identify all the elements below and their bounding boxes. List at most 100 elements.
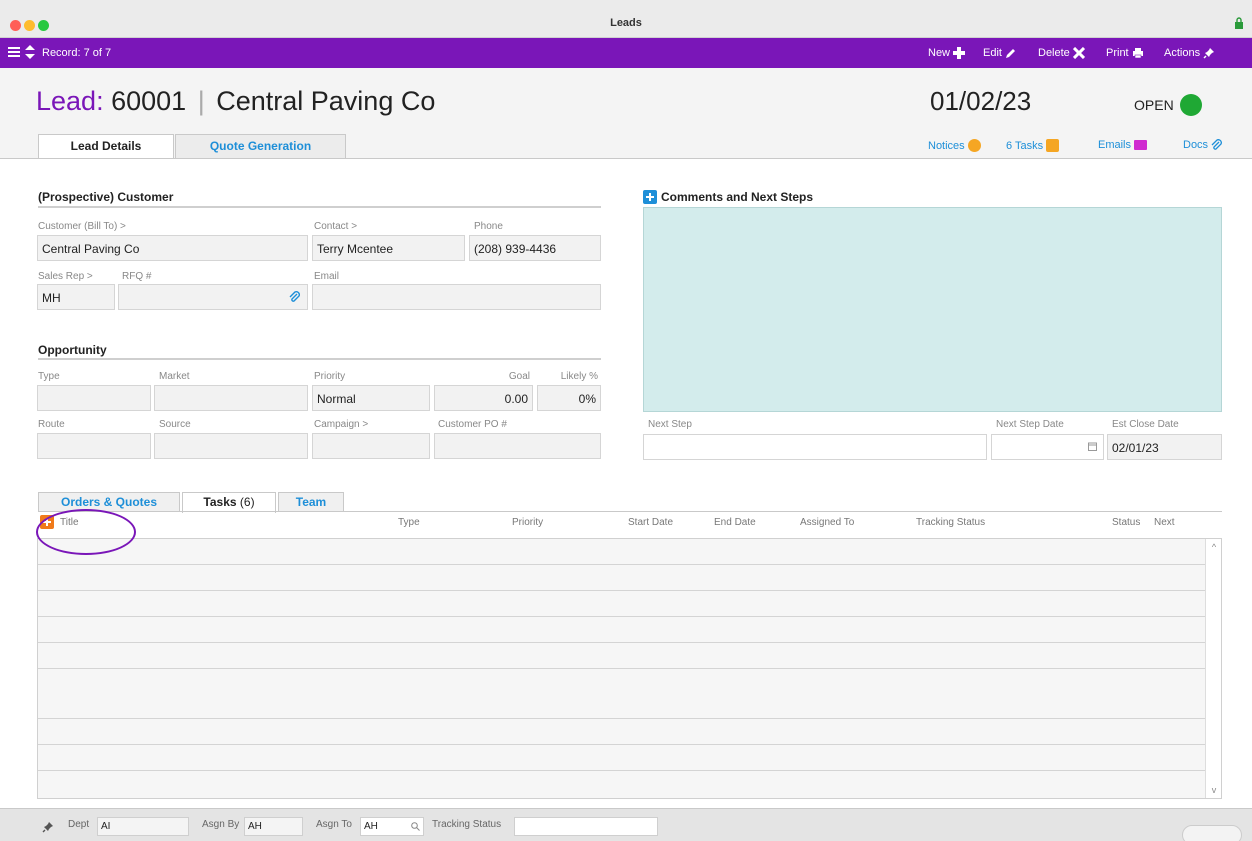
print-button[interactable]: Print — [1106, 47, 1144, 59]
tracking-status-field[interactable] — [514, 817, 658, 836]
goal-label: Goal — [508, 371, 530, 382]
emails-label: Emails — [1098, 139, 1132, 151]
asgn-to-label: Asgn To — [316, 819, 352, 830]
plus-icon — [953, 47, 966, 59]
comments-textarea[interactable] — [643, 207, 1222, 412]
campaign-field[interactable] — [312, 433, 430, 459]
task-check-icon — [1046, 139, 1060, 152]
bill-to-field[interactable]: Central Paving Co — [37, 235, 308, 261]
delete-button[interactable]: Delete — [1038, 47, 1085, 59]
new-button[interactable]: New — [928, 47, 966, 59]
source-field[interactable] — [154, 433, 308, 459]
table-row[interactable] — [38, 591, 1221, 617]
rfq-attach-icon[interactable] — [289, 290, 300, 304]
lead-date: 01/02/23 — [930, 86, 1032, 116]
window-titlebar: Leads — [0, 0, 1252, 38]
column-status[interactable]: Status — [1112, 517, 1140, 528]
tasks-tab-count: (6) — [239, 495, 255, 509]
customer-po-field[interactable] — [434, 433, 601, 459]
notices-label: Notices — [928, 139, 965, 152]
tab-lead-details[interactable]: Lead Details — [38, 134, 174, 159]
docs-link[interactable]: Docs — [1183, 139, 1222, 151]
table-row[interactable] — [38, 719, 1221, 745]
column-end-date[interactable]: End Date — [714, 517, 756, 528]
table-row[interactable] — [38, 617, 1221, 643]
rfq-field[interactable] — [118, 284, 308, 310]
tasks-link[interactable]: 6 Tasks — [1006, 139, 1060, 152]
highlight-circle — [36, 509, 136, 555]
calendar-icon[interactable] — [1088, 442, 1097, 451]
market-field[interactable] — [154, 385, 308, 411]
grid-scrollbar[interactable]: ^ v — [1205, 539, 1221, 798]
route-field[interactable] — [37, 433, 151, 459]
asgn-by-label: Asgn By — [202, 819, 240, 830]
column-assigned-to[interactable]: Assigned To — [800, 517, 854, 528]
column-type[interactable]: Type — [398, 517, 420, 528]
campaign-label[interactable]: Campaign > — [314, 419, 368, 430]
source-label: Source — [159, 419, 191, 430]
scroll-down-icon[interactable]: v — [1209, 785, 1219, 795]
delete-label: Delete — [1038, 47, 1070, 59]
contact-field[interactable]: Terry Mcentee — [312, 235, 465, 261]
tab-orders-quotes[interactable]: Orders & Quotes — [38, 492, 180, 512]
search-icon[interactable] — [411, 822, 420, 831]
envelope-icon — [1134, 140, 1148, 150]
email-field[interactable] — [312, 284, 601, 310]
tab-quote-generation[interactable]: Quote Generation — [175, 134, 346, 158]
contact-label[interactable]: Contact > — [314, 221, 357, 232]
comments-section-title: Comments and Next Steps — [661, 190, 814, 204]
lead-number: 60001 — [111, 86, 187, 116]
type-field[interactable] — [37, 385, 151, 411]
bill-to-label[interactable]: Customer (Bill To) > — [38, 221, 126, 232]
goal-field[interactable]: 0.00 — [434, 385, 533, 411]
phone-label: Phone — [474, 221, 503, 232]
likely-field[interactable]: 0% — [537, 385, 601, 411]
notices-link[interactable]: Notices — [928, 139, 981, 152]
next-step-field[interactable] — [643, 434, 987, 460]
actions-button[interactable]: Actions — [1164, 47, 1215, 59]
table-row[interactable] — [38, 539, 1221, 565]
scroll-up-icon[interactable]: ^ — [1209, 542, 1219, 552]
printer-icon — [1132, 48, 1143, 59]
record-counter: Record: 7 of 7 — [42, 47, 112, 59]
asgn-by-field[interactable]: AH — [244, 817, 303, 836]
column-next[interactable]: Next — [1154, 517, 1175, 528]
lock-icon[interactable] — [1234, 17, 1244, 29]
x-icon — [1072, 47, 1085, 59]
phone-field[interactable]: (208) 939-4436 — [469, 235, 601, 261]
table-row[interactable] — [38, 745, 1221, 771]
route-label: Route — [38, 419, 65, 430]
emails-link[interactable]: Emails — [1098, 139, 1148, 151]
tasks-link-label: 6 Tasks — [1006, 139, 1044, 152]
table-row[interactable] — [38, 565, 1221, 591]
tab-tasks[interactable]: Tasks (6) — [182, 492, 276, 513]
menu-icon[interactable] — [8, 46, 20, 58]
column-tracking-status[interactable]: Tracking Status — [916, 517, 985, 528]
type-label: Type — [38, 371, 60, 382]
sales-rep-field[interactable]: MH — [37, 284, 115, 310]
title-separator: | — [197, 86, 205, 116]
email-label: Email — [314, 271, 340, 282]
tasks-grid: ^ v — [37, 538, 1222, 799]
record-navigate-icon[interactable] — [25, 45, 35, 59]
table-row[interactable] — [38, 643, 1221, 669]
overlay-widget[interactable] — [1182, 825, 1242, 841]
table-row[interactable] — [38, 669, 1221, 719]
dept-field[interactable]: AI — [97, 817, 189, 836]
page-title: Lead: 60001 | Central Paving Co — [36, 86, 435, 117]
rfq-label: RFQ # — [122, 271, 152, 282]
priority-field[interactable]: Normal — [312, 385, 430, 411]
pushpin-icon[interactable] — [42, 821, 54, 833]
tracking-status-label: Tracking Status — [432, 819, 502, 830]
status-indicator-icon — [1179, 94, 1202, 116]
warning-icon — [967, 139, 981, 152]
column-start-date[interactable]: Start Date — [628, 517, 673, 528]
add-comment-icon[interactable] — [643, 190, 657, 204]
next-step-date-label: Next Step Date — [996, 419, 1064, 430]
sales-rep-label[interactable]: Sales Rep > — [38, 271, 93, 282]
edit-button[interactable]: Edit — [983, 47, 1017, 59]
status-text: OPEN — [1134, 97, 1174, 113]
est-close-field[interactable]: 02/01/23 — [1107, 434, 1222, 460]
column-priority[interactable]: Priority — [512, 517, 543, 528]
tab-team[interactable]: Team — [278, 492, 344, 512]
